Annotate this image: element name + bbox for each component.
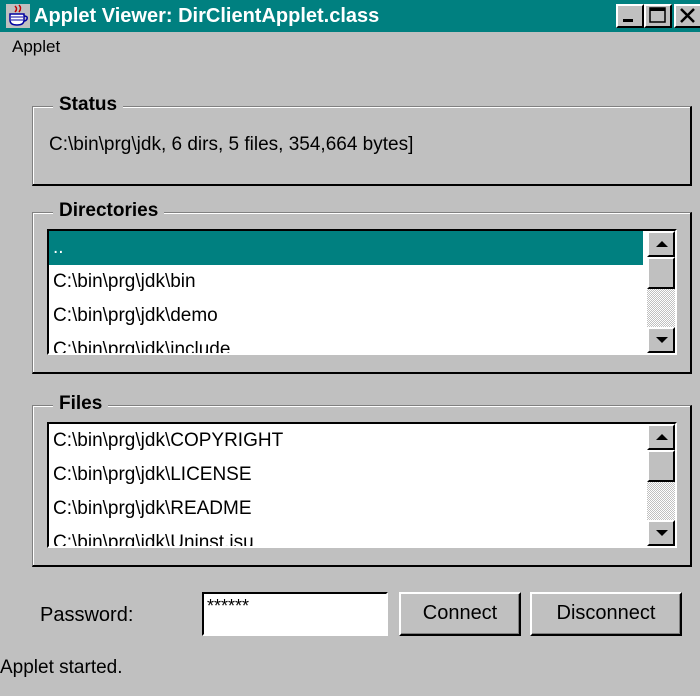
list-item[interactable]: C:\bin\prg\jdk\README: [49, 492, 643, 526]
arrow-up-icon: [656, 434, 668, 440]
menu-bar: Applet: [0, 32, 700, 60]
list-item[interactable]: C:\bin\prg\jdk\include: [49, 333, 643, 353]
scroll-thumb[interactable]: [647, 257, 675, 289]
password-field[interactable]: ******: [202, 592, 388, 636]
close-icon: [680, 8, 695, 23]
window-title: Applet Viewer: DirClientApplet.class: [34, 5, 380, 27]
directories-group-label: Directories: [53, 199, 165, 223]
list-item[interactable]: C:\bin\prg\jdk\bin: [49, 265, 643, 299]
directories-group: Directories .. C:\bin\prg\jdk\bin C:\bin…: [32, 199, 692, 374]
list-item[interactable]: C:\bin\prg\jdk\demo: [49, 299, 643, 333]
maximize-button[interactable]: [644, 4, 672, 28]
list-item[interactable]: C:\bin\prg\jdk\LICENSE: [49, 458, 643, 492]
minimize-icon: [623, 19, 633, 22]
scroll-down-button[interactable]: [647, 327, 675, 353]
java-cup-icon[interactable]: [6, 4, 30, 28]
connect-button[interactable]: Connect: [399, 592, 521, 636]
applet-status-text: Applet started.: [0, 657, 123, 678]
scroll-up-button[interactable]: [647, 231, 675, 257]
disconnect-button[interactable]: Disconnect: [530, 592, 682, 636]
files-scrollbar[interactable]: [647, 424, 675, 546]
list-item[interactable]: C:\bin\prg\jdk\Uninst.isu: [49, 526, 643, 546]
password-label: Password:: [40, 604, 134, 626]
files-group: Files C:\bin\prg\jdk\COPYRIGHT C:\bin\pr…: [32, 392, 692, 567]
arrow-down-icon: [656, 530, 668, 536]
list-item[interactable]: C:\bin\prg\jdk\COPYRIGHT: [49, 424, 643, 458]
arrow-down-icon: [656, 337, 668, 343]
title-bar[interactable]: Applet Viewer: DirClientApplet.class: [0, 0, 700, 32]
files-group-label: Files: [53, 392, 109, 416]
scroll-up-button[interactable]: [647, 424, 675, 450]
scroll-thumb[interactable]: [647, 450, 675, 482]
list-item[interactable]: ..: [49, 231, 643, 265]
minimize-button[interactable]: [616, 4, 644, 28]
arrow-up-icon: [656, 241, 668, 247]
close-button[interactable]: [674, 4, 700, 28]
status-group: Status C:\bin\prg\jdk, 6 dirs, 5 files, …: [32, 93, 692, 186]
directories-list[interactable]: .. C:\bin\prg\jdk\bin C:\bin\prg\jdk\dem…: [47, 229, 677, 355]
status-group-label: Status: [53, 93, 124, 117]
scroll-down-button[interactable]: [647, 520, 675, 546]
status-text: C:\bin\prg\jdk, 6 dirs, 5 files, 354,664…: [49, 134, 414, 155]
maximize-icon: [649, 7, 666, 23]
menu-applet[interactable]: Applet: [12, 37, 60, 57]
directories-scrollbar[interactable]: [647, 231, 675, 353]
files-list[interactable]: C:\bin\prg\jdk\COPYRIGHT C:\bin\prg\jdk\…: [47, 422, 677, 548]
